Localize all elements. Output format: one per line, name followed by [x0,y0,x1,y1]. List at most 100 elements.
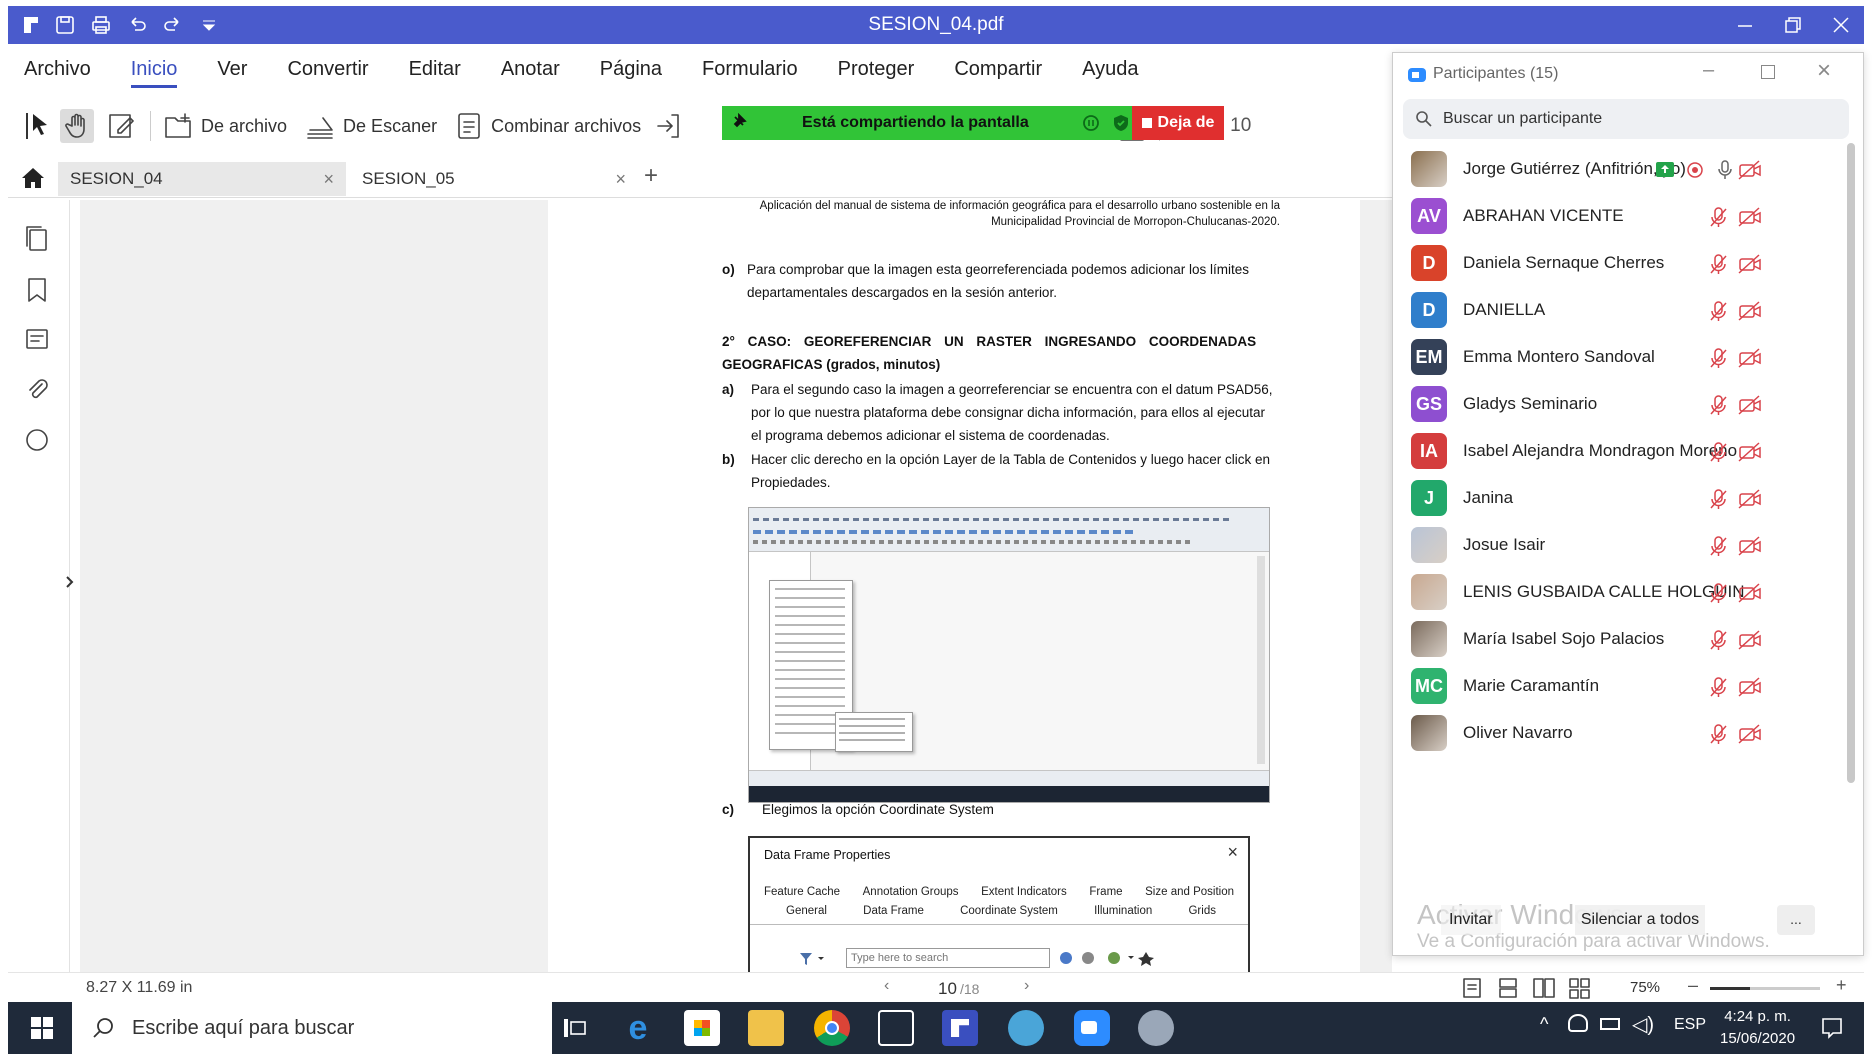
pdf-app-icon[interactable] [942,1010,978,1046]
record-icon[interactable] [1685,159,1705,181]
shield-icon[interactable] [1111,113,1131,133]
zoom-meetings-icon[interactable] [1074,1010,1110,1046]
show-hidden-icons-icon[interactable]: ^ [1540,1014,1548,1035]
microphone-muted-icon[interactable] [1707,253,1731,275]
minimize-icon[interactable] [1736,16,1754,34]
pause-share-icon[interactable] [1081,113,1101,133]
search-icon[interactable] [24,426,50,454]
microphone-muted-icon[interactable] [1707,441,1731,463]
two-page-view-icon[interactable] [1532,977,1556,999]
panel-minimize-icon[interactable]: – [1703,59,1714,82]
page-number-field[interactable]: 10 [1230,115,1251,137]
edit-tool-icon[interactable] [106,110,138,142]
zoom-slider[interactable] [1710,987,1820,990]
stop-sharing-button[interactable]: Deja de [1132,106,1224,140]
zoom-out-icon[interactable]: – [1688,975,1698,996]
microphone-muted-icon[interactable] [1707,206,1731,228]
participant-search-input[interactable]: Buscar un participante [1403,99,1849,139]
panel-maximize-icon[interactable] [1761,65,1775,79]
current-page-field[interactable]: 10 [938,979,957,999]
microphone-muted-icon[interactable] [1707,629,1731,651]
next-page-icon[interactable]: › [1024,977,1029,995]
volume-icon[interactable]: ◁) [1632,1012,1654,1037]
attachment-icon[interactable] [24,376,50,404]
windows-start-icon[interactable] [30,1016,54,1040]
video-off-icon[interactable] [1737,535,1763,557]
expand-panel-icon[interactable] [64,574,76,590]
battery-icon[interactable] [1600,1018,1620,1030]
from-file-button[interactable]: De archivo [163,112,287,140]
mail-icon[interactable] [878,1010,914,1046]
task-view-icon[interactable] [562,1016,588,1040]
invite-button[interactable]: Invitar [1441,905,1501,935]
microphone-muted-icon[interactable] [1707,582,1731,604]
close-tab-icon[interactable]: × [615,169,626,190]
single-page-view-icon[interactable] [1460,977,1484,999]
panel-close-icon[interactable]: × [1817,57,1831,85]
microphone-muted-icon[interactable] [1707,535,1731,557]
bookmark-icon[interactable] [24,276,50,304]
close-window-icon[interactable] [1832,16,1850,34]
menu-editar[interactable]: Editar [409,58,461,81]
video-off-icon[interactable] [1737,394,1763,416]
home-icon[interactable] [20,166,46,190]
comment-icon[interactable] [24,326,50,354]
microphone-muted-icon[interactable] [1707,394,1731,416]
network-icon[interactable] [1568,1014,1588,1032]
more-options-button[interactable]: ... [1777,905,1815,935]
microphone-muted-icon[interactable] [1707,723,1731,745]
menu-proteger[interactable]: Proteger [838,58,915,81]
mute-all-button[interactable]: Silenciar a todos [1575,905,1705,935]
taskbar-search-input[interactable]: Escribe aquí para buscar [72,1002,552,1054]
prev-page-icon[interactable]: ‹ [884,977,889,995]
video-off-icon[interactable] [1737,253,1763,275]
tab-sesion-05[interactable]: SESION_05 × [350,162,638,196]
video-off-icon[interactable] [1737,582,1763,604]
menu-inicio[interactable]: Inicio [130,58,177,88]
video-off-icon[interactable] [1737,629,1763,651]
microphone-muted-icon[interactable] [1707,488,1731,510]
file-explorer-icon[interactable] [748,1010,784,1046]
microphone-muted-icon[interactable] [1707,300,1731,322]
participant-row[interactable]: Oliver Navarro [1403,705,1843,761]
video-off-icon[interactable] [1737,676,1763,698]
menu-pagina[interactable]: Página [600,58,662,81]
edge-icon[interactable]: e [620,1010,656,1046]
select-tool-icon[interactable] [24,109,54,143]
menu-compartir[interactable]: Compartir [954,58,1042,81]
menu-anotar[interactable]: Anotar [501,58,560,81]
close-tab-icon[interactable]: × [323,169,334,190]
video-off-icon[interactable] [1737,441,1763,463]
language-indicator[interactable]: ESP [1674,1016,1706,1034]
maps-search-icon[interactable] [1008,1010,1044,1046]
screen-share-indicator-icon[interactable] [1655,159,1675,181]
pin-icon[interactable] [730,113,750,133]
store-icon[interactable] [684,1010,720,1046]
menu-archivo[interactable]: Archivo [24,58,91,81]
zoom-level[interactable]: 75% [1630,979,1660,996]
video-off-icon[interactable] [1737,300,1763,322]
hand-tool-button[interactable] [60,109,94,143]
pages-icon[interactable] [24,224,50,252]
video-off-icon[interactable] [1737,488,1763,510]
menu-formulario[interactable]: Formulario [702,58,798,81]
from-scanner-button[interactable]: De Escaner [305,112,437,140]
menu-ayuda[interactable]: Ayuda [1082,58,1138,81]
continuous-view-icon[interactable] [1496,977,1520,999]
menu-ver[interactable]: Ver [217,58,247,81]
zoom-in-icon[interactable]: + [1836,975,1847,996]
notifications-icon[interactable] [1820,1016,1844,1040]
video-off-icon[interactable] [1737,723,1763,745]
microphone-icon[interactable] [1715,159,1735,181]
video-off-icon[interactable] [1737,206,1763,228]
paint-icon[interactable] [1138,1010,1174,1046]
export-icon[interactable] [655,111,681,141]
microphone-muted-icon[interactable] [1707,347,1731,369]
video-off-icon[interactable] [1737,347,1763,369]
microphone-muted-icon[interactable] [1707,676,1731,698]
video-off-icon[interactable] [1737,159,1763,181]
clock[interactable]: 4:24 p. m. 15/06/2020 [1720,1006,1795,1050]
chrome-icon[interactable] [814,1010,850,1046]
new-tab-icon[interactable]: + [644,162,658,190]
tab-sesion-04[interactable]: SESION_04 × [58,162,346,196]
